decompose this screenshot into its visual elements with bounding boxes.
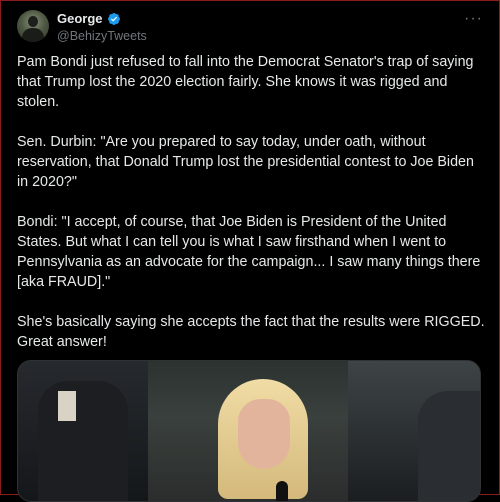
post-media-image[interactable]	[17, 360, 481, 502]
post-paragraph: She's basically saying she accepts the f…	[17, 314, 485, 350]
post-paragraph: Bondi: "I accept, of course, that Joe Bi…	[17, 214, 481, 290]
post-text: Pam Bondi just refused to fall into the …	[17, 52, 487, 372]
avatar-head	[28, 16, 38, 27]
author-name-row: George	[57, 11, 121, 26]
post-header: George @BehizyTweets ···	[17, 10, 483, 46]
avatar-shoulders	[22, 28, 44, 42]
post-paragraph: Pam Bondi just refused to fall into the …	[17, 54, 474, 110]
media-microphone	[276, 481, 288, 501]
media-shirt-left	[58, 391, 76, 421]
author-display-name[interactable]: George	[57, 11, 103, 26]
author-handle[interactable]: @BehizyTweets	[57, 29, 147, 43]
media-person-left	[38, 381, 128, 501]
post-paragraph: Sen. Durbin: "Are you prepared to say to…	[17, 134, 474, 190]
more-horizontal-icon[interactable]: ···	[464, 10, 483, 28]
avatar[interactable]	[17, 10, 49, 42]
media-person-right	[418, 391, 480, 501]
verified-badge-icon	[107, 12, 121, 26]
media-face	[238, 399, 290, 469]
